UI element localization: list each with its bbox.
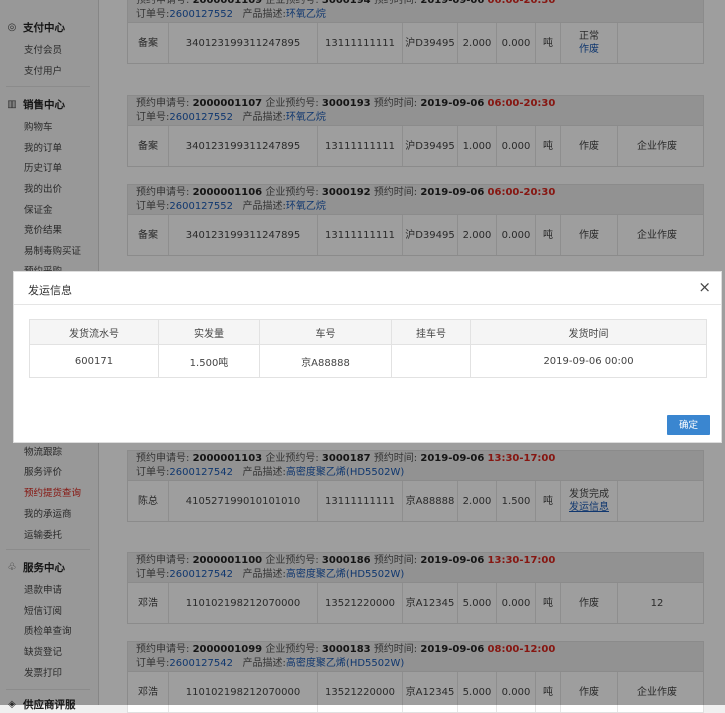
column-header: 实发量: [158, 319, 260, 345]
table-cell: 京A88888: [259, 344, 392, 378]
shipping-info-dialog: 发运信息 × 发货流水号 实发量 车号 挂车号 发货时间 600171 1.50…: [13, 271, 722, 443]
confirm-button[interactable]: 确定: [667, 415, 710, 435]
column-header: 车号: [259, 319, 392, 345]
column-header: 发货时间: [470, 319, 707, 345]
dialog-header: 发运信息 ×: [14, 272, 721, 305]
table-cell: 1.500吨: [158, 344, 260, 378]
table-header-row: 发货流水号 实发量 车号 挂车号 发货时间: [29, 319, 707, 345]
dialog-title: 发运信息: [28, 284, 72, 297]
close-icon[interactable]: ×: [698, 279, 711, 295]
table-cell: 2019-09-06 00:00: [470, 344, 707, 378]
table-row: 600171 1.500吨 京A88888 2019-09-06 00:00: [29, 344, 707, 378]
table-cell: [391, 344, 471, 378]
column-header: 发货流水号: [29, 319, 159, 345]
shipping-table: 发货流水号 实发量 车号 挂车号 发货时间 600171 1.500吨 京A88…: [29, 319, 707, 378]
table-cell: 600171: [29, 344, 159, 378]
column-header: 挂车号: [391, 319, 471, 345]
